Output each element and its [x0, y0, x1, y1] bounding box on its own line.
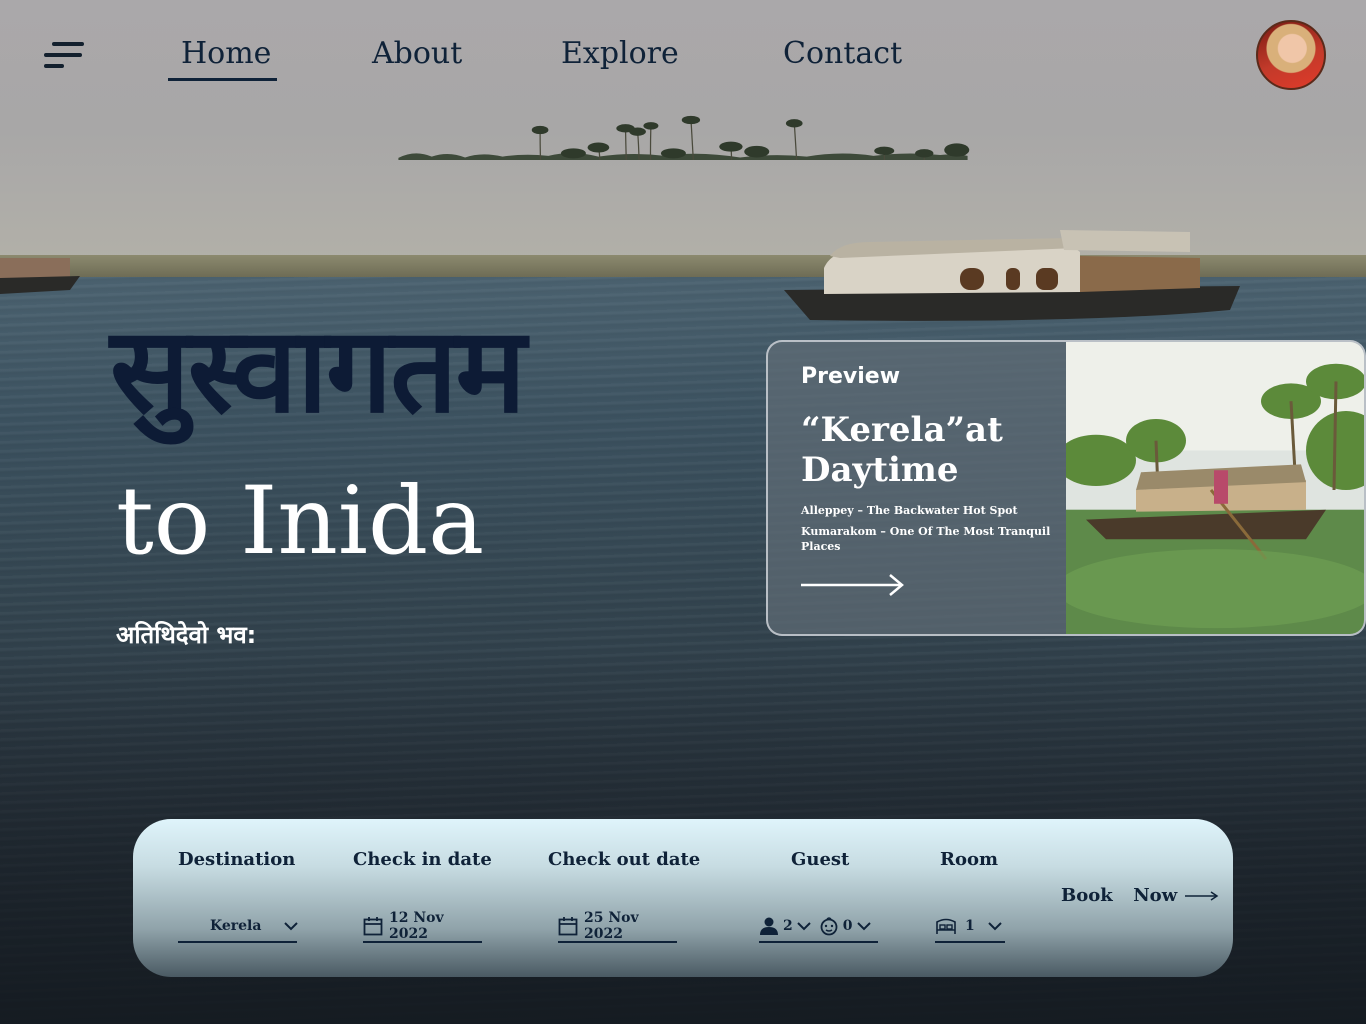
- preview-kerala-image: [1066, 342, 1364, 634]
- arrow-right-icon[interactable]: [801, 572, 905, 598]
- preview-label: Preview: [801, 364, 901, 389]
- calendar-icon: [558, 917, 578, 936]
- check-in-label: Check in date: [353, 849, 492, 870]
- guest-children-value: 0: [842, 918, 853, 934]
- preview-title: “Kerela”at Daytime: [801, 410, 1003, 491]
- destination-value: Kerela: [210, 918, 262, 934]
- person-icon: [760, 917, 778, 935]
- room-value: 1: [965, 918, 975, 934]
- calendar-icon: [363, 917, 383, 936]
- bed-icon: [936, 918, 956, 934]
- room-label: Room: [940, 849, 999, 870]
- user-avatar[interactable]: [1256, 20, 1326, 90]
- book-now-button[interactable]: Book Now: [1061, 885, 1219, 906]
- chevron-down-icon: [797, 922, 811, 931]
- menu-icon-bar: [44, 53, 82, 57]
- hero-subtitle: अतिथिदेवो भव:: [116, 621, 257, 649]
- chevron-down-icon: [988, 922, 1002, 931]
- destination-label: Destination: [178, 849, 296, 870]
- check-in-value: 12 Nov 2022: [389, 910, 444, 942]
- chevron-down-icon: [284, 922, 299, 931]
- check-out-value: 25 Nov 2022: [584, 910, 639, 942]
- preview-line-alleppey: Alleppey – The Backwater Hot Spot: [801, 504, 1018, 517]
- guest-field[interactable]: 2 0: [759, 911, 878, 943]
- check-out-label: Check out date: [548, 849, 701, 870]
- nav-contact[interactable]: Contact: [783, 36, 902, 71]
- child-icon: [820, 917, 838, 936]
- booking-bar: Destination Check in date Check out date…: [133, 819, 1233, 977]
- nav-explore[interactable]: Explore: [561, 36, 679, 71]
- preview-text-panel: Preview “Kerela”at Daytime Alleppey – Th…: [768, 342, 1068, 634]
- guest-label: Guest: [791, 849, 850, 870]
- check-out-field[interactable]: 25 Nov 2022: [558, 910, 677, 943]
- nav-about[interactable]: About: [372, 36, 462, 71]
- nav-home[interactable]: Home: [167, 36, 278, 81]
- hero-title: to Inida: [116, 467, 485, 576]
- chevron-down-icon: [856, 922, 871, 931]
- houseboat: [784, 230, 1240, 321]
- book-now-label: Book Now: [1061, 885, 1178, 906]
- preview-line-kumarakom: Kumarakom – One Of The Most Tranquil Pla…: [801, 525, 1051, 553]
- menu-icon: [52, 42, 84, 46]
- room-field[interactable]: 1: [935, 911, 1005, 943]
- menu-button[interactable]: [42, 40, 84, 70]
- hero-devanagari-title: सुस्वागतम: [110, 301, 526, 439]
- palm-treeline: [398, 115, 970, 160]
- small-boat: [0, 258, 80, 294]
- menu-icon-bar: [44, 64, 64, 68]
- check-in-field[interactable]: 12 Nov 2022: [363, 910, 482, 943]
- guest-adults-value: 2: [783, 918, 793, 934]
- preview-card[interactable]: Preview “Kerela”at Daytime Alleppey – Th…: [766, 340, 1366, 636]
- arrow-right-icon: [1185, 890, 1219, 901]
- destination-select[interactable]: Kerela: [178, 911, 299, 943]
